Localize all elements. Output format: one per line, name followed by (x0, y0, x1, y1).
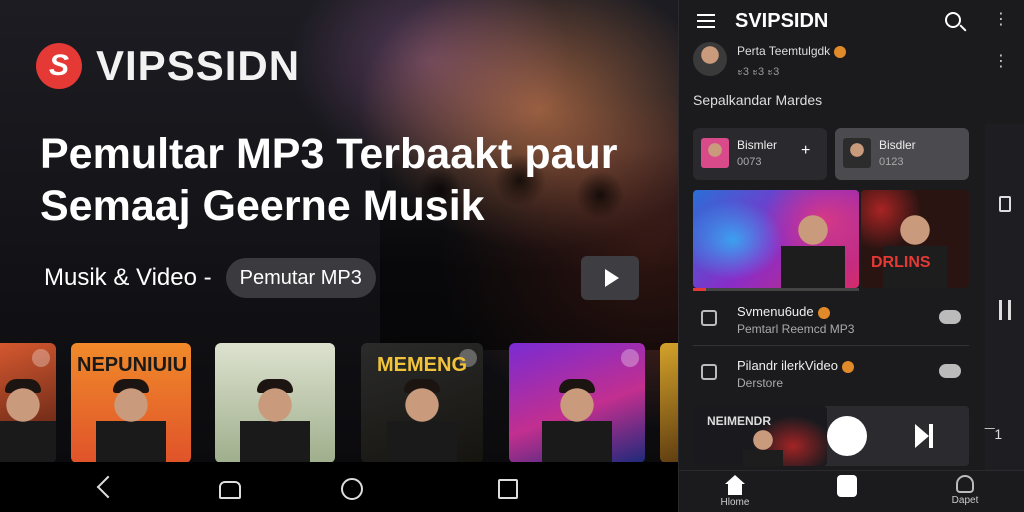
skip-next-icon[interactable] (915, 424, 935, 448)
artist-photo (0, 383, 56, 462)
system-nav-bar (0, 462, 678, 512)
tab-account[interactable]: Dapet (935, 475, 995, 512)
album-card[interactable]: NEPUNIUIU (71, 343, 191, 462)
music-icon (701, 310, 717, 326)
section-title: Sepalkandar Mardes (693, 92, 823, 108)
album-card[interactable] (509, 343, 645, 462)
list-item-title-text: Pilandr ilerkVideo (737, 358, 838, 373)
featured-progress-fill (693, 288, 707, 291)
list-item[interactable]: Pilandr ilerkVideo Derstore (693, 350, 969, 400)
queue-indicator[interactable]: ‾‾1 (985, 426, 1002, 442)
card-badge-icon (32, 349, 50, 367)
profile-sub: ะ3 ะ3 ะ3 (737, 66, 780, 78)
featured-progress-bar[interactable] (693, 288, 859, 291)
app-panel: SVIPSIDN Perta Teemtulgdk ะ3 ะ3 ะ3 Sepal… (678, 0, 1024, 512)
panel-title: SVIPSIDN (735, 10, 829, 32)
recent-apps-icon[interactable] (496, 477, 518, 499)
add-icon[interactable]: + (801, 142, 810, 160)
more-options-icon[interactable] (993, 9, 1009, 29)
cloud-icon[interactable] (939, 310, 961, 324)
home-icon (725, 475, 745, 495)
playlist-tile[interactable]: Bisdler 0123 (835, 128, 969, 180)
download-icon[interactable] (999, 196, 1011, 212)
tab-home[interactable]: Hlome (705, 475, 765, 512)
card-badge-icon (621, 349, 639, 367)
hero-headline: Pemultar MP3 Terbaakt paur Semaaj Geerne… (40, 128, 660, 232)
list-item-title: Pilandr ilerkVideo (737, 358, 854, 373)
search-icon[interactable] (945, 12, 961, 28)
tile-thumbnail (843, 138, 871, 168)
profile-name: Perta Teemtulgdk (737, 44, 847, 58)
featured-video-2-text: DRLINS (871, 254, 931, 271)
pause-icon[interactable] (999, 300, 1011, 320)
hero-subtitle: Musik & Video - (44, 264, 212, 291)
album-card-title: MEMENG (377, 354, 467, 376)
tile-sub: 0123 (879, 156, 904, 168)
profile-more-icon[interactable] (993, 51, 1009, 71)
artist-photo (743, 426, 783, 466)
mini-player[interactable]: NEIMENDR (693, 406, 969, 466)
tab-library[interactable] (817, 475, 877, 512)
album-card[interactable] (0, 343, 56, 462)
play-button[interactable] (581, 256, 639, 300)
now-playing-art: NEIMENDR (693, 406, 827, 466)
artist-photo (883, 208, 947, 288)
artist-photo (387, 383, 457, 462)
badge-icon (817, 306, 830, 319)
avatar (693, 42, 727, 76)
cloud-icon[interactable] (939, 364, 961, 378)
tab-account-label: Dapet (951, 495, 979, 506)
brand: S VIPSSIDN (36, 42, 300, 90)
hero-headline-line1: Pemultar MP3 Terbaakt paur (40, 130, 618, 178)
profile-row[interactable]: Perta Teemtulgdk ะ3 ะ3 ะ3 (693, 42, 1013, 82)
video-icon (701, 364, 717, 380)
play-pause-toggle-button[interactable] (827, 416, 867, 456)
list-item-sub: Derstore (737, 376, 784, 390)
brand-logo-icon: S (36, 43, 82, 89)
tab-home-label: Hlome (720, 497, 750, 508)
album-card-row: NEPUNIUIU MEMENG (0, 343, 678, 462)
hero-subtitle-row: Musik & Video - Pemutar MP3 (44, 258, 376, 298)
artist-photo (96, 383, 166, 462)
play-icon (604, 269, 619, 287)
badge-icon (834, 45, 847, 58)
brand-name: VIPSSIDN (96, 42, 301, 89)
badge-icon (841, 360, 854, 373)
assistant-icon[interactable] (217, 477, 241, 499)
artist-photo (542, 383, 612, 462)
featured-video[interactable] (693, 190, 859, 288)
home-circle-icon[interactable] (340, 477, 363, 500)
tile-thumbnail (701, 138, 729, 168)
panel-top-bar: SVIPSIDN (679, 0, 1024, 44)
list-item-title: Svmenu6ude (737, 304, 830, 319)
list-item-sub: Pemtarl Reemcd MP3 (737, 322, 855, 336)
playlist-tile[interactable]: Bismler 0073 + (693, 128, 827, 180)
featured-video-2[interactable]: DRLINS (861, 190, 969, 288)
category-chip[interactable]: Pemutar MP3 (225, 258, 376, 298)
hamburger-menu-icon[interactable] (697, 14, 715, 28)
artist-photo (781, 208, 845, 288)
hero-headline-line2: Semaaj Geerne Musik (40, 182, 485, 230)
account-icon (956, 475, 974, 493)
album-card-title: NEPUNIUIU (77, 354, 188, 376)
hero-banner: S VIPSSIDN Pemultar MP3 Terbaakt paur Se… (0, 0, 678, 462)
profile-name-text: Perta Teemtulgdk (737, 44, 831, 58)
list-item-title-text: Svmenu6ude (737, 304, 814, 319)
tile-title: Bisdler (879, 138, 916, 152)
artist-photo (240, 383, 310, 462)
tile-sub: 0073 (737, 156, 762, 168)
album-card[interactable]: MEMENG (361, 343, 483, 462)
library-icon (837, 475, 857, 497)
side-rail (985, 124, 1024, 512)
album-card[interactable] (660, 343, 678, 462)
tile-title: Bismler (737, 138, 778, 152)
back-icon[interactable] (96, 477, 118, 499)
bottom-tab-bar: Hlome Dapet (679, 470, 1024, 512)
list-item[interactable]: Svmenu6ude Pemtarl Reemcd MP3 (693, 296, 969, 346)
album-card[interactable] (215, 343, 335, 462)
